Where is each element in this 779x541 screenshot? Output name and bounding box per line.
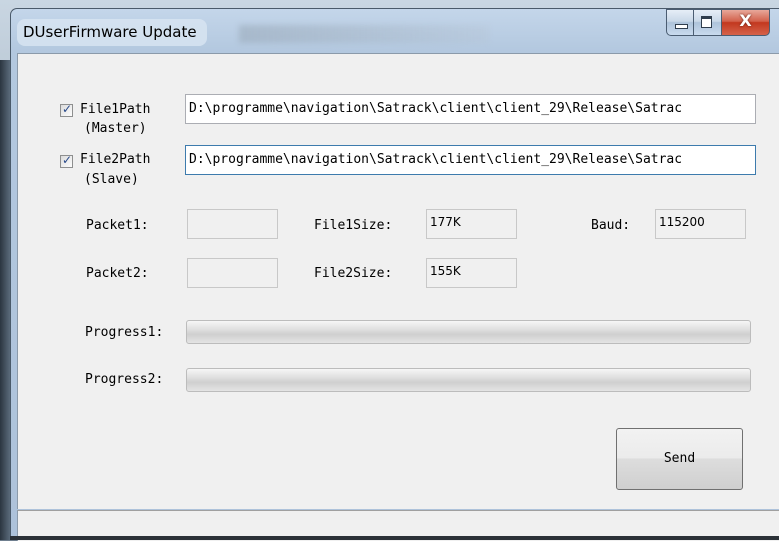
file2-path-input[interactable]: D:\programme\navigation\Satrack\client\c… — [185, 145, 756, 175]
file1-checkbox[interactable]: ✓ — [60, 102, 73, 117]
caption-buttons: X — [666, 9, 770, 36]
file2-path-sublabel: (Slave) — [84, 172, 139, 187]
minimize-icon — [675, 24, 688, 29]
title-bar-glass — [239, 25, 489, 43]
progress2-label: Progress2: — [85, 372, 164, 387]
baud-label: Baud: — [591, 218, 631, 233]
background-window-edge — [0, 60, 10, 540]
file1-path-input[interactable]: D:\programme\navigation\Satrack\client\c… — [185, 94, 756, 124]
progress1-label: Progress1: — [85, 325, 164, 340]
close-icon: X — [739, 11, 752, 30]
maximize-icon — [701, 16, 712, 28]
close-button[interactable]: X — [722, 9, 770, 36]
file1-path-label: File1Path — [80, 102, 151, 117]
minimize-button[interactable] — [666, 9, 694, 36]
packet2-label: Packet2: — [86, 266, 149, 281]
checkmark-icon: ✓ — [62, 153, 73, 167]
packet2-field — [187, 258, 278, 288]
file1size-field: 177K — [426, 209, 517, 239]
packet1-label: Packet1: — [86, 218, 149, 233]
send-button[interactable]: Send — [616, 428, 743, 490]
file2-path-label: File2Path — [80, 152, 151, 167]
title-bar[interactable]: DUserFirmware Update X — [11, 9, 779, 53]
packet1-field — [187, 209, 278, 239]
maximize-button[interactable] — [694, 9, 722, 36]
checkmark-icon: ✓ — [62, 102, 73, 116]
file1-path-sublabel: (Master) — [84, 121, 147, 136]
baud-field[interactable]: 115200 — [655, 209, 746, 239]
file2size-label: File2Size: — [314, 266, 393, 281]
file2size-field: 155K — [426, 258, 517, 288]
taskbar-edge — [10, 536, 779, 540]
progress1-bar — [186, 320, 751, 344]
file1size-label: File1Size: — [314, 218, 393, 233]
file2-checkbox[interactable]: ✓ — [60, 153, 73, 168]
window-title: DUserFirmware Update — [17, 19, 207, 46]
progress2-bar — [186, 368, 751, 392]
